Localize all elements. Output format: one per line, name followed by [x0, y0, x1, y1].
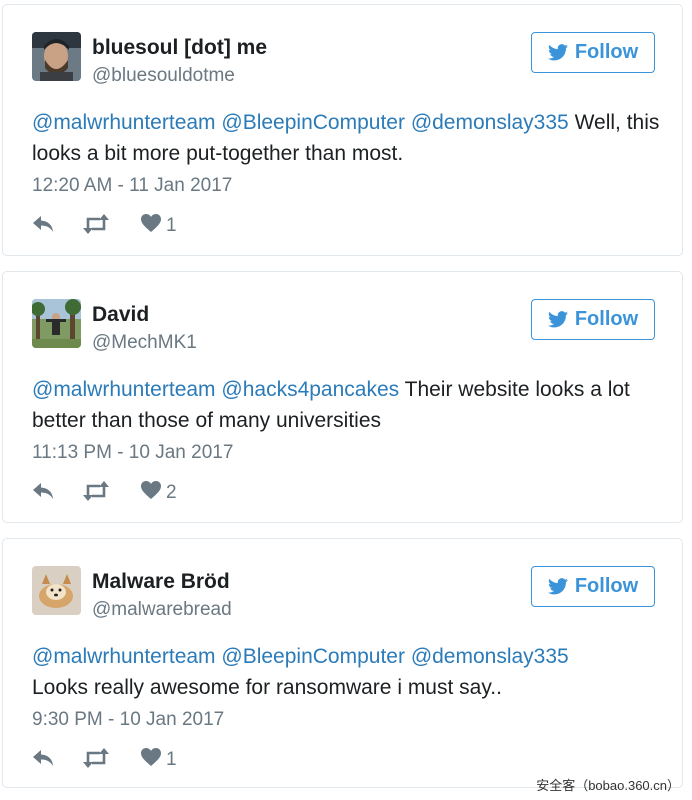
avatar[interactable]	[32, 32, 81, 81]
user-handle[interactable]: @malwarebread	[92, 599, 232, 621]
follow-button[interactable]: Follow	[531, 32, 655, 73]
timestamp[interactable]: 9:30 PM - 10 Jan 2017	[32, 709, 224, 731]
avatar[interactable]	[32, 566, 81, 615]
reply-icon[interactable]	[32, 747, 56, 769]
retweet-icon[interactable]	[82, 480, 110, 502]
heart-icon[interactable]	[140, 213, 162, 233]
like-count: 1	[166, 749, 177, 770]
user-handle[interactable]: @bluesouldotme	[92, 65, 235, 87]
mention-link[interactable]: @hacks4pancakes	[221, 378, 399, 401]
tweet-card: David @MechMK1 Follow @malwrhunterteam @…	[2, 271, 683, 523]
mention-link[interactable]: @demonslay335	[411, 645, 569, 668]
twitter-bird-icon	[547, 578, 568, 595]
follow-label: Follow	[574, 308, 639, 330]
follow-button[interactable]: Follow	[531, 566, 655, 607]
display-name[interactable]: David	[92, 303, 149, 327]
user-handle[interactable]: @MechMK1	[92, 332, 197, 354]
follow-label: Follow	[574, 575, 639, 597]
retweet-icon[interactable]	[82, 213, 110, 235]
mention-link[interactable]: @malwrhunterteam	[32, 111, 216, 134]
heart-icon[interactable]	[140, 480, 162, 500]
mention-link[interactable]: @malwrhunterteam	[32, 645, 216, 668]
retweet-icon[interactable]	[82, 747, 110, 769]
avatar[interactable]	[32, 299, 81, 348]
tweet-card: bluesoul [dot] me @bluesouldotme Follow …	[2, 4, 683, 256]
mention-link[interactable]: @BleepinComputer	[221, 645, 405, 668]
tweet-body: Looks really awesome for ransomware i mu…	[32, 676, 502, 699]
tweet-text: @malwrhunterteam @BleepinComputer @demon…	[32, 641, 662, 703]
mention-link[interactable]: @malwrhunterteam	[32, 378, 216, 401]
tweet-card: Malware Bröd @malwarebread Follow @malwr…	[2, 538, 683, 788]
follow-button[interactable]: Follow	[531, 299, 655, 340]
twitter-bird-icon	[547, 311, 568, 328]
twitter-bird-icon	[547, 44, 568, 61]
timestamp[interactable]: 12:20 AM - 11 Jan 2017	[32, 175, 232, 197]
watermark: 安全客（bobao.360.cn）	[536, 778, 680, 793]
mention-link[interactable]: @BleepinComputer	[221, 111, 405, 134]
reply-icon[interactable]	[32, 480, 56, 502]
tweet-text: @malwrhunterteam @BleepinComputer @demon…	[32, 107, 662, 169]
follow-label: Follow	[574, 41, 639, 63]
like-count: 2	[166, 482, 177, 503]
mention-link[interactable]: @demonslay335	[411, 111, 569, 134]
reply-icon[interactable]	[32, 213, 56, 235]
display-name[interactable]: bluesoul [dot] me	[92, 36, 267, 60]
heart-icon[interactable]	[140, 747, 162, 767]
display-name[interactable]: Malware Bröd	[92, 570, 230, 594]
like-count: 1	[166, 215, 177, 236]
tweet-text: @malwrhunterteam @hacks4pancakes Their w…	[32, 374, 662, 436]
timestamp[interactable]: 11:13 PM - 10 Jan 2017	[32, 442, 233, 464]
